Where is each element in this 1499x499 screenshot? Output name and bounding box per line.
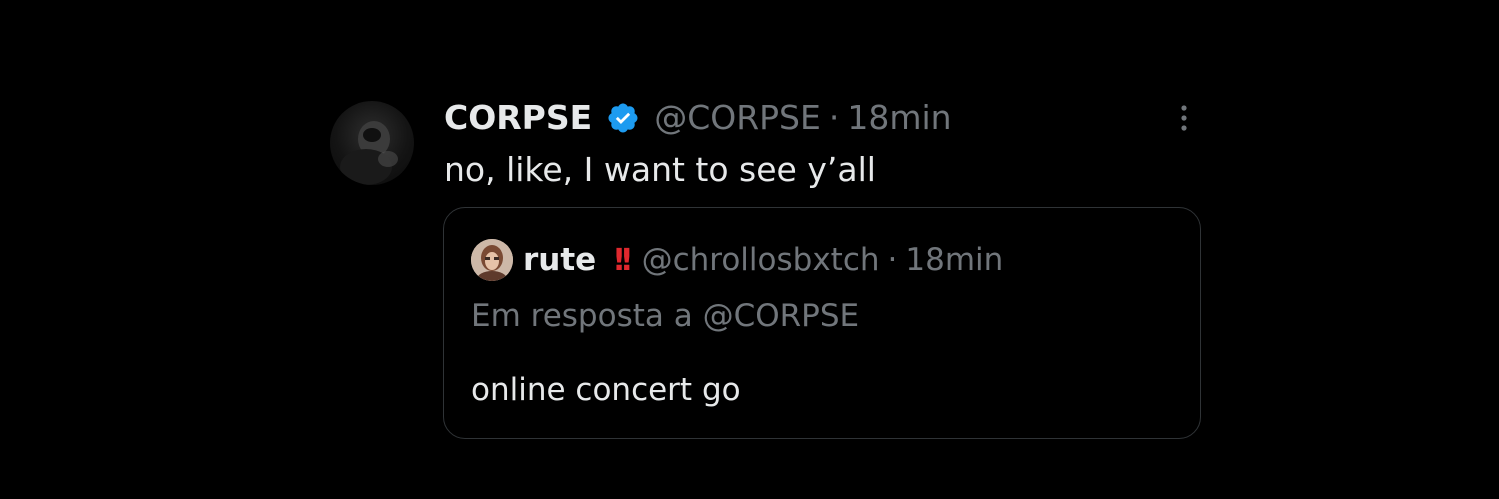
tweet[interactable]: CORPSE @CORPSE · 18min no, like, I want … [0, 0, 1499, 499]
quoted-tweet-timestamp[interactable]: 18min [905, 242, 1003, 278]
author-avatar[interactable] [330, 101, 414, 185]
quoted-author-handle[interactable]: @chrollosbxtch [642, 242, 880, 278]
more-vertical-icon [1181, 105, 1187, 131]
author-display-name[interactable]: CORPSE [444, 96, 592, 140]
avatar-icon [471, 239, 513, 281]
quoted-tweet-card[interactable]: rute !! @chrollosbxtch · 18min Em respos… [443, 207, 1201, 439]
avatar-icon [340, 121, 398, 185]
quoted-tweet-text: online concert go [471, 372, 741, 408]
quoted-author-avatar[interactable] [471, 239, 513, 281]
quoted-author-display-name[interactable]: rute [523, 242, 596, 278]
tweet-header: CORPSE @CORPSE · 18min [444, 96, 952, 140]
more-options-button[interactable] [1172, 100, 1196, 136]
quoted-tweet-header: rute !! @chrollosbxtch · 18min [471, 238, 1003, 282]
header-separator: · [828, 98, 840, 137]
reply-context: Em resposta a @CORPSE [471, 298, 860, 334]
tweet-timestamp[interactable]: 18min [847, 96, 951, 140]
tweet-text: no, like, I want to see y’all [444, 150, 876, 189]
verified-badge-icon [608, 103, 638, 133]
author-handle[interactable]: @CORPSE [654, 96, 821, 140]
quoted-header-separator: · [887, 242, 898, 278]
double-exclamation-emoji: !! [612, 242, 634, 278]
